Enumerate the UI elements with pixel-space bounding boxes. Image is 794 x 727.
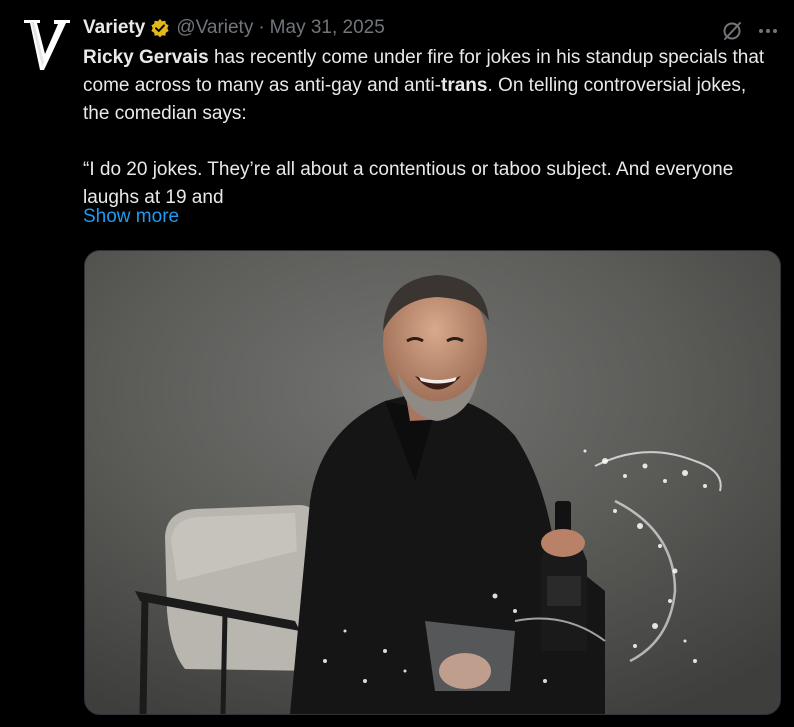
tweet-text: Ricky Gervais has recently come under fi…: [83, 44, 773, 212]
author-name[interactable]: Variety: [83, 17, 145, 39]
author-handle[interactable]: @Variety: [176, 17, 253, 39]
bold-word-trans: trans: [441, 75, 488, 96]
show-more-link[interactable]: Show more: [83, 206, 179, 228]
tweet-paragraph-2: “I do 20 jokes. They’re all about a cont…: [83, 159, 734, 208]
tweet-paragraph-1: Ricky Gervais has recently come under fi…: [83, 44, 773, 128]
grok-icon[interactable]: [721, 20, 743, 42]
variety-logo-icon: [24, 20, 70, 70]
tweet-date[interactable]: May 31, 2025: [270, 17, 385, 39]
separator-dot: ·: [258, 17, 265, 38]
tweet-media-image[interactable]: [84, 250, 781, 715]
photo-illustration: [85, 251, 780, 714]
more-options-icon[interactable]: [756, 20, 780, 42]
tweet-header: Variety @Variety · May 31, 2025: [83, 16, 385, 40]
avatar[interactable]: [18, 14, 74, 72]
mention-ricky-gervais: Ricky Gervais: [83, 47, 209, 68]
verified-badge-icon: [150, 18, 170, 38]
